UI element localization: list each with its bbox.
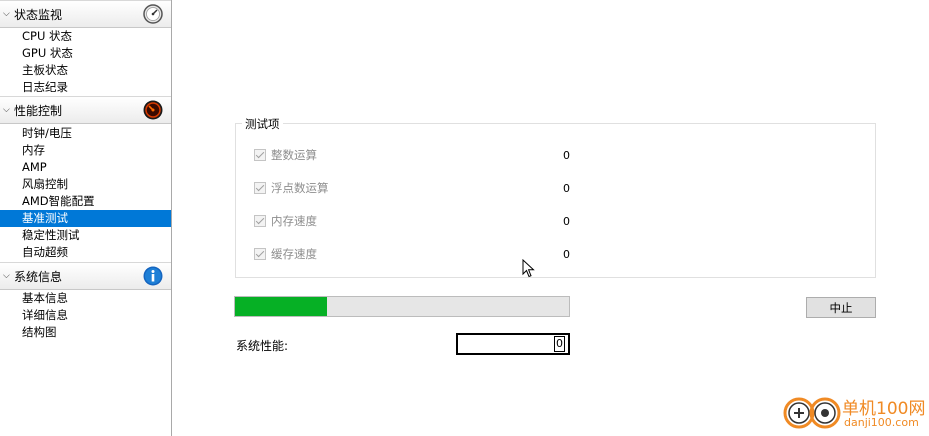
sidebar-item-structure-diagram[interactable]: 结构图: [0, 324, 171, 341]
sidebar-item-clock-voltage[interactable]: 时钟/电压: [0, 125, 171, 142]
test-value: 0: [563, 248, 570, 261]
watermark: 单机100网 danji100.com: [780, 392, 929, 436]
test-row-integer[interactable]: 整数运算: [254, 147, 317, 163]
test-label: 浮点数运算: [271, 181, 329, 195]
test-label: 整数运算: [271, 148, 317, 162]
mouse-cursor-icon: [522, 259, 535, 278]
checkbox[interactable]: [254, 149, 266, 161]
gauge-icon: [143, 4, 163, 24]
sidebar-item-fan-control[interactable]: 风扇控制: [0, 176, 171, 193]
info-icon: [143, 266, 163, 286]
sidebar-item-memory[interactable]: 内存: [0, 142, 171, 159]
chevron-down-icon: ⌵: [3, 9, 10, 19]
sidebar-item-auto-overclock[interactable]: 自动超频: [0, 244, 171, 261]
watermark-logo-icon: [783, 397, 841, 429]
benchmark-progress-bar: [234, 296, 570, 317]
sidebar-item-cpu-status[interactable]: CPU 状态: [0, 28, 171, 45]
sidebar-item-basic-info[interactable]: 基本信息: [0, 290, 171, 307]
sidebar-item-amd-smart-config[interactable]: AMD智能配置: [0, 193, 171, 210]
checkbox[interactable]: [254, 182, 266, 194]
group-header-system-info[interactable]: ⌵ 系统信息: [0, 262, 171, 290]
group-header-performance-control[interactable]: ⌵ 性能控制: [0, 96, 171, 124]
sidebar-item-benchmark[interactable]: 基准测试: [0, 210, 171, 227]
test-row-float[interactable]: 浮点数运算: [254, 180, 329, 196]
test-row-cache-speed[interactable]: 缓存速度: [254, 246, 317, 262]
system-performance-label: 系统性能:: [236, 339, 289, 353]
watermark-url: danji100.com: [844, 416, 919, 429]
test-label: 缓存速度: [271, 247, 317, 261]
test-value: 0: [563, 215, 570, 228]
stop-button[interactable]: 中止: [806, 297, 876, 318]
test-items-title: 测试项: [242, 116, 283, 132]
test-value: 0: [563, 149, 570, 162]
test-value: 0: [563, 182, 570, 195]
group-header-status-monitor[interactable]: ⌵ 状态监视: [0, 0, 171, 28]
sidebar: ⌵ 状态监视 CPU 状态 GPU 状态 主板状态 日志纪录 ⌵ 性能控制 时钟…: [0, 0, 172, 436]
chevron-down-icon: ⌵: [3, 271, 10, 281]
sidebar-item-detailed-info[interactable]: 详细信息: [0, 307, 171, 324]
sidebar-item-motherboard-status[interactable]: 主板状态: [0, 62, 171, 79]
system-performance-value: 0: [554, 336, 565, 352]
checkbox[interactable]: [254, 248, 266, 260]
sidebar-item-stability-test[interactable]: 稳定性测试: [0, 227, 171, 244]
chevron-down-icon: ⌵: [3, 105, 10, 115]
group-title: 性能控制: [14, 103, 63, 118]
group-title: 系统信息: [14, 269, 63, 284]
group-title: 状态监视: [14, 7, 63, 22]
sidebar-item-gpu-status[interactable]: GPU 状态: [0, 45, 171, 62]
test-row-memory-speed[interactable]: 内存速度: [254, 213, 317, 229]
performance-dial-icon: [143, 100, 163, 120]
test-items-groupbox: [235, 123, 876, 278]
checkbox[interactable]: [254, 215, 266, 227]
test-label: 内存速度: [271, 214, 317, 228]
system-performance-field: 0: [456, 333, 570, 355]
progress-fill: [235, 297, 327, 316]
sidebar-item-log[interactable]: 日志纪录: [0, 79, 171, 96]
sidebar-item-amp[interactable]: AMP: [0, 159, 171, 176]
